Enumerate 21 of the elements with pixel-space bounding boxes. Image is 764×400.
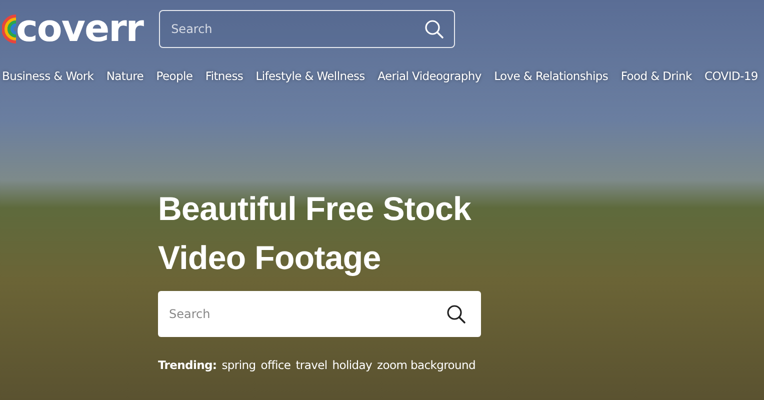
trending-link[interactable]: office <box>260 358 291 372</box>
category-link[interactable]: Business & Work <box>2 69 94 83</box>
trending-link[interactable]: spring <box>222 358 256 372</box>
search-field[interactable]: Search <box>159 10 456 48</box>
trending-link[interactable]: travel <box>296 358 328 372</box>
category-link[interactable]: Nature <box>106 69 144 83</box>
category-link[interactable]: Food & Drink <box>620 69 692 83</box>
category-link[interactable]: Fitness <box>205 69 244 83</box>
trending-label: Trending: <box>158 358 217 372</box>
category-link[interactable]: COVID-19 <box>704 69 758 83</box>
search-field[interactable]: Search <box>158 291 481 337</box>
category-link[interactable]: Love & Relationships <box>494 69 608 83</box>
trending-link[interactable]: holiday <box>332 358 372 372</box>
hero-title: Beautiful Free Stock Video Footage <box>158 189 472 278</box>
logo-text[interactable]: coverr <box>16 9 144 49</box>
category-link[interactable]: Aerial Videography <box>378 69 482 83</box>
category-link[interactable]: Lifestyle & Wellness <box>256 69 365 83</box>
rainbow-arc-icon <box>2 14 16 44</box>
search-icon[interactable] <box>446 304 466 324</box>
trending-link[interactable]: zoom background <box>377 358 476 372</box>
category-link[interactable]: People <box>156 69 193 83</box>
